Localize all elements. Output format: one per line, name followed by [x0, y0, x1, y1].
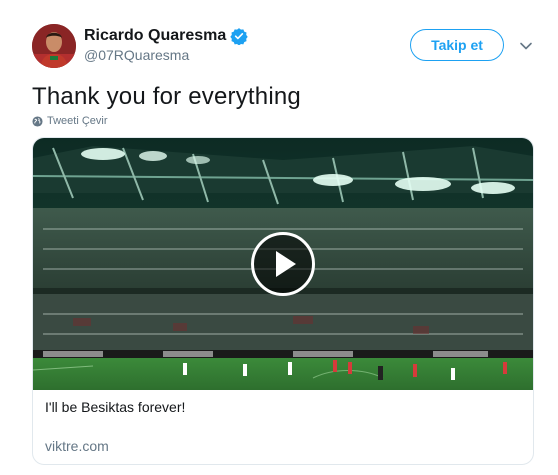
author-display-name[interactable]: Ricardo Quaresma — [84, 27, 226, 45]
verified-badge-icon — [230, 27, 248, 46]
avatar-image — [32, 24, 76, 68]
card-domain[interactable]: viktre.com — [45, 438, 109, 454]
chevron-down-icon[interactable] — [518, 38, 534, 54]
play-button[interactable] — [251, 232, 315, 296]
translate-label: Tweeti Çevir — [47, 115, 108, 127]
video-thumbnail[interactable] — [33, 138, 533, 390]
avatar[interactable] — [32, 24, 76, 68]
follow-button[interactable]: Takip et — [410, 29, 504, 61]
tweet-text: Thank you for everything — [32, 83, 301, 110]
author-handle[interactable]: @07RQuaresma — [84, 47, 248, 63]
link-card[interactable]: I'll be Besiktas forever! viktre.com — [32, 137, 534, 465]
translate-tweet-link[interactable]: Tweeti Çevir — [32, 115, 108, 127]
author-block: Ricardo Quaresma @07RQuaresma — [84, 27, 248, 63]
card-title[interactable]: I'll be Besiktas forever! — [45, 399, 521, 415]
play-icon — [276, 251, 296, 277]
globe-icon — [32, 115, 43, 127]
card-info: I'll be Besiktas forever! viktre.com — [33, 390, 533, 454]
